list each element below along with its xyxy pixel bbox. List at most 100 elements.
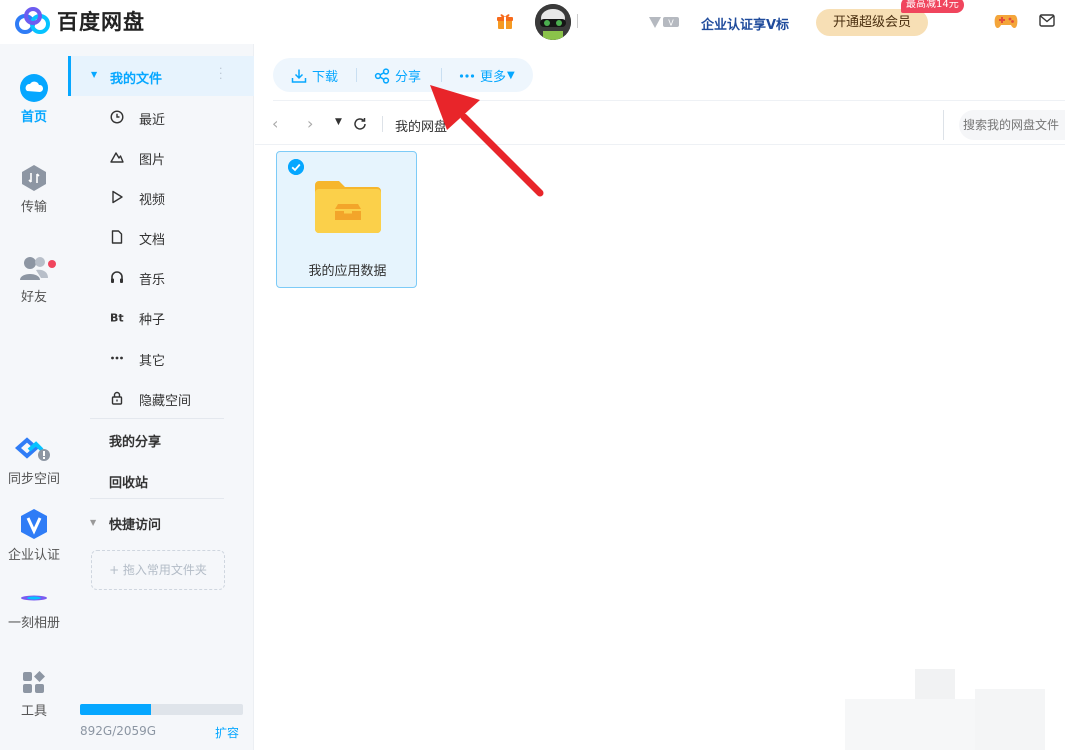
sidebar-item-my-files[interactable]: ▼ 我的文件 · · · [68,56,254,96]
collapse-triangle-icon[interactable]: ▼ [90,518,96,527]
search-box [943,110,1065,140]
checkmark-icon[interactable] [288,159,304,175]
enterprise-verify-link[interactable]: 企业认证享V标 [701,14,789,33]
left-rail: 首页 传输 好友 同步空间 企业认证 一刻相册 工具 [0,44,68,750]
share-icon [374,67,390,84]
rail-item-friends[interactable]: 好友 [0,254,68,305]
refresh-icon[interactable] [353,117,367,131]
sidebar-item-recycle-bin[interactable]: 回收站 [109,472,148,491]
file-toolbar: 下载 分享 更多 ▼ [273,58,533,92]
app-logo[interactable]: 百度网盘 [14,6,145,36]
sidebar-item-recent[interactable]: 最近 [68,97,254,137]
album-icon [21,595,47,601]
play-icon [112,190,123,204]
divider [90,498,224,499]
expand-storage-link[interactable]: 扩容 [215,724,239,741]
divider [441,68,442,82]
rail-item-tools[interactable]: 工具 [0,670,68,719]
sidebar-item-my-share[interactable]: 我的分享 [109,431,161,450]
sync-icon [14,437,50,461]
blurred-area [845,699,975,750]
mountain-icon [110,152,124,163]
sidebar-item-documents[interactable]: 文档 [68,217,254,257]
svg-text:V: V [668,19,674,28]
sidebar-item-music[interactable]: 音乐 [68,257,254,297]
bt-icon: Bt [110,312,124,325]
mail-icon[interactable] [1039,14,1055,27]
sidebar-item-videos[interactable]: 视频 [68,177,254,217]
divider [356,68,357,82]
share-button[interactable]: 分享 [374,66,421,85]
sidebar-item-label: 音乐 [139,273,166,288]
top-bar: 百度网盘 V 企业认证享V标 开通超级会员 最高减14元 [0,0,1065,44]
divider [273,100,1065,101]
rail-label: 传输 [20,200,47,215]
clock-icon [110,110,124,124]
headphones-icon [111,271,123,283]
rail-item-enterprise[interactable]: 企业认证 [0,508,68,563]
document-icon [111,230,123,244]
friends-icon [20,257,48,280]
divider [382,116,383,132]
sidebar-item-label: 最近 [139,113,166,128]
discount-badge: 最高减14元 [901,0,964,13]
sidebar-item-torrents[interactable]: Bt 种子 [68,297,254,337]
file-name: 我的应用数据 [308,264,387,279]
storage-usage-text: 892G/2059G [80,724,157,738]
sidebar: ▼ 我的文件 · · · 最近 图片 视频 文档 音乐 Bt 种子 其它 隐藏空… [68,44,254,750]
rail-label: 同步空间 [7,472,60,487]
rail-label: 首页 [20,110,47,125]
rail-item-home[interactable]: 首页 [0,72,68,125]
more-vertical-icon[interactable]: · · · [219,63,223,84]
vip-level-icon[interactable]: V [647,14,681,30]
rail-label: 工具 [20,704,47,719]
sidebar-item-label: 其它 [139,354,166,369]
back-arrow-icon[interactable]: ‹ [272,114,278,133]
baidu-netdisk-logo-icon [15,7,50,34]
forward-arrow-icon[interactable]: › [307,114,313,133]
sidebar-item-hidden-space[interactable]: 隐藏空间 [68,378,254,418]
dropdown-caret-icon: ▼ [507,70,515,81]
rail-item-album[interactable]: 一刻相册 [0,588,68,631]
rail-label: 好友 [20,290,47,305]
v-badge-icon [21,509,47,539]
quick-access-drop-zone[interactable]: + 拖入常用文件夹 [91,550,225,590]
sidebar-item-label: 文档 [139,233,166,248]
lock-icon [111,391,123,405]
collapse-triangle-icon[interactable]: ▼ [91,70,97,79]
path-navbar: ‹ › ▼ 我的网盘 [255,104,1065,144]
divider [90,418,224,419]
tools-icon [23,671,45,693]
rail-label: 一刻相册 [7,616,60,631]
divider [255,144,1065,145]
main-content: 下载 分享 更多 ▼ ‹ › ▼ 我的网盘 搜索我的网盘文件 我的应用数据 [255,44,1065,750]
sidebar-item-label: 图片 [139,153,166,168]
storage-usage-fill [80,704,151,715]
history-dropdown-icon[interactable]: ▼ [335,117,342,127]
cloud-icon [20,74,48,102]
gamepad-icon[interactable] [994,12,1018,30]
storage-usage-bar [80,704,243,715]
rail-item-sync-space[interactable]: 同步空间 [0,436,68,487]
sidebar-item-label: 视频 [139,193,166,208]
super-vip-button[interactable]: 开通超级会员 [816,9,928,36]
sidebar-item-quick-access[interactable]: 快捷访问 [109,514,161,533]
rail-item-transfer[interactable]: 传输 [0,164,68,215]
user-avatar[interactable] [535,4,571,40]
sidebar-item-images[interactable]: 图片 [68,137,254,177]
transfer-icon [22,165,46,191]
file-item[interactable]: 我的应用数据 [276,151,417,288]
download-button[interactable]: 下载 [291,66,338,85]
sidebar-item-label: 隐藏空间 [139,394,192,409]
more-button[interactable]: 更多 ▼ [459,66,515,85]
more-dots-icon [459,73,475,78]
more-label: 更多 [480,70,507,85]
sidebar-item-other[interactable]: 其它 [68,338,254,378]
blurred-area [915,669,955,699]
breadcrumb[interactable]: 我的网盘 [395,116,447,135]
more-dots-icon [111,356,123,360]
search-input[interactable] [959,110,1065,140]
blurred-area [975,689,1045,750]
rail-label: 企业认证 [7,548,60,563]
gift-icon[interactable] [496,12,514,30]
